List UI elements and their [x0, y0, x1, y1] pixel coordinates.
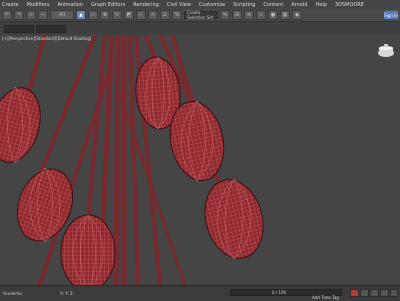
menu-item-3dsmoore[interactable]: 3DSMOORE — [335, 2, 364, 8]
select-region-icon[interactable]: ▭ — [88, 10, 98, 20]
bud-bottom-center — [60, 214, 116, 285]
maximize-viewport-icon[interactable] — [390, 289, 398, 297]
menu-item-help[interactable]: Help — [315, 2, 326, 8]
menu-item-graph-editors[interactable]: Graph Editors — [91, 2, 125, 8]
menu-item-modifiers[interactable]: Modifiers — [27, 2, 50, 8]
menu-item-customize[interactable]: Customize — [199, 2, 225, 8]
viewport-label[interactable]: [+][Perspective][Standard][Default Shadi… — [2, 36, 91, 41]
render-icon[interactable]: ◆ — [292, 10, 302, 20]
ribbon-field-1[interactable] — [4, 25, 34, 33]
teapot-icon[interactable] — [376, 44, 396, 60]
menu-item-rendering[interactable]: Rendering — [133, 2, 159, 8]
mirror-icon[interactable]: ⇋ — [220, 10, 230, 20]
menu-bar: Create Modifiers Animation Graph Editors… — [0, 0, 400, 9]
undo-icon[interactable]: ↶ — [2, 10, 12, 20]
stem-2 — [38, 35, 97, 177]
frame-readout: 0 / 100 — [272, 290, 287, 295]
pivot-icon[interactable]: ⊹ — [136, 10, 146, 20]
ribbon-bar — [0, 22, 400, 36]
stem-7 — [128, 35, 140, 285]
scene-render — [0, 35, 264, 285]
sign-in-button[interactable]: Sign In — [384, 11, 398, 19]
menu-item-content[interactable]: Content — [263, 2, 283, 8]
menu-item-animation[interactable]: Animation — [57, 2, 83, 8]
stem-5 — [113, 35, 121, 285]
select-icon[interactable]: ▲ — [76, 10, 86, 20]
align-icon[interactable]: ⊟ — [232, 10, 242, 20]
rotate-icon[interactable]: ↻ — [112, 10, 122, 20]
status-left-text: Academic — [3, 291, 23, 296]
material-editor-icon[interactable]: ● — [268, 10, 278, 20]
named-selection-field[interactable]: Create Selection Set — [184, 10, 218, 20]
selection-filter-dropdown[interactable]: All — [50, 10, 74, 20]
redo-icon[interactable]: ↷ — [14, 10, 24, 20]
menu-item-scripting[interactable]: Scripting — [233, 2, 255, 8]
play-icon[interactable] — [360, 289, 369, 297]
move-icon[interactable]: ✥ — [100, 10, 110, 20]
next-frame-icon[interactable] — [370, 289, 379, 297]
auto-key-button[interactable] — [350, 289, 359, 297]
status-bar: Academic X: Y: Z: 0 / 100 Add Time Tag — [0, 285, 400, 301]
ribbon-field-2[interactable] — [36, 25, 66, 33]
main-toolbar: ↶ ↷ ∞ ⌁ All ▲ ▭ ✥ ↻ ◩ ⊹ ∩ ∠ % Create Sel… — [0, 9, 400, 22]
stem-1 — [26, 35, 47, 97]
unlink-icon[interactable]: ⌁ — [38, 10, 48, 20]
menu-item-arnold[interactable]: Arnold — [291, 2, 307, 8]
layer-icon[interactable]: ≡ — [244, 10, 254, 20]
curve-editor-icon[interactable]: ∿ — [256, 10, 266, 20]
add-time-tag-label[interactable]: Add Time Tag — [312, 295, 339, 300]
perspective-viewport[interactable] — [0, 35, 400, 285]
zoom-icon[interactable] — [380, 289, 389, 297]
coordinate-readout: X: Y: Z: — [60, 291, 74, 296]
percent-snap-icon[interactable]: % — [172, 10, 182, 20]
menu-item-civil-view[interactable]: Civil View — [167, 2, 191, 8]
bud-left — [0, 87, 41, 163]
link-icon[interactable]: ∞ — [26, 10, 36, 20]
scale-icon[interactable]: ◩ — [124, 10, 134, 20]
angle-snap-icon[interactable]: ∠ — [160, 10, 170, 20]
render-setup-icon[interactable]: ▦ — [280, 10, 290, 20]
bud-right-lower — [204, 179, 264, 259]
snap-icon[interactable]: ∩ — [148, 10, 158, 20]
menu-item-create[interactable]: Create — [2, 2, 19, 8]
